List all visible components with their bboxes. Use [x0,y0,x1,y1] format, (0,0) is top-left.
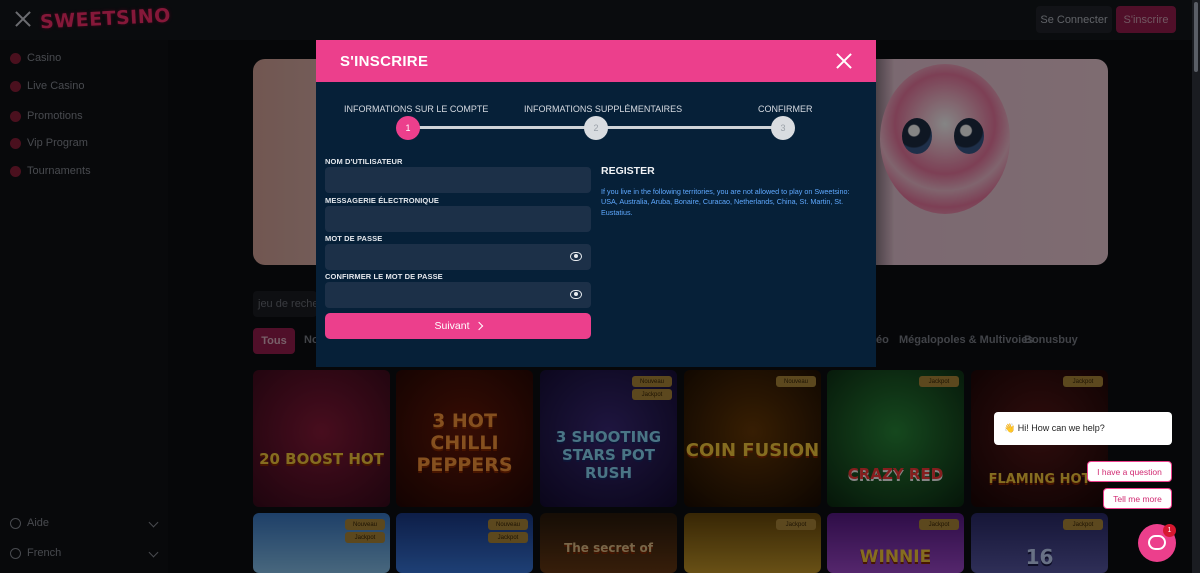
email-label: MESSAGERIE ÉLECTRONIQUE [325,196,439,205]
step-label-account: INFORMATIONS SUR LE COMPTE [344,104,489,114]
modal-header: S'INSCRIRE [316,40,876,82]
register-heading: REGISTER [601,165,655,177]
email-field[interactable] [325,206,591,232]
register-modal: S'INSCRIRE INFORMATIONS SUR LE COMPTE IN… [316,40,876,367]
page-scrollbar[interactable] [1192,0,1200,573]
step-label-additional: INFORMATIONS SUPPLÉMENTAIRES [524,104,683,114]
modal-title: S'INSCRIRE [340,53,429,70]
step-label-confirm: CONFIRMER [758,104,813,114]
chat-question-button[interactable]: I have a question [1087,461,1172,482]
chat-icon [1148,535,1166,550]
step-2-indicator: 2 [584,116,608,140]
step-3-indicator: 3 [771,116,795,140]
next-button[interactable]: Suivant [325,313,591,339]
chevron-right-icon [474,321,483,331]
restricted-territories-notice: If you live in the following territories… [601,187,850,217]
username-label: NOM D'UTILISATEUR [325,157,403,166]
close-icon[interactable] [836,53,852,69]
scrollbar-thumb[interactable] [1194,2,1198,72]
chat-more-button[interactable]: Tell me more [1103,488,1172,509]
confirm-password-label: CONFIRMER LE MOT DE PASSE [325,272,443,281]
username-field[interactable] [325,167,591,193]
show-password-icon[interactable] [570,290,582,299]
chat-greeting: 👋 Hi! How can we help? [994,412,1172,445]
password-field[interactable] [325,244,591,270]
password-label: MOT DE PASSE [325,234,383,243]
next-button-label: Suivant [434,320,470,332]
step-1-indicator: 1 [396,116,420,140]
unread-count-badge: 1 [1163,524,1176,537]
show-password-icon[interactable] [570,252,582,261]
confirm-password-field[interactable] [325,282,591,308]
